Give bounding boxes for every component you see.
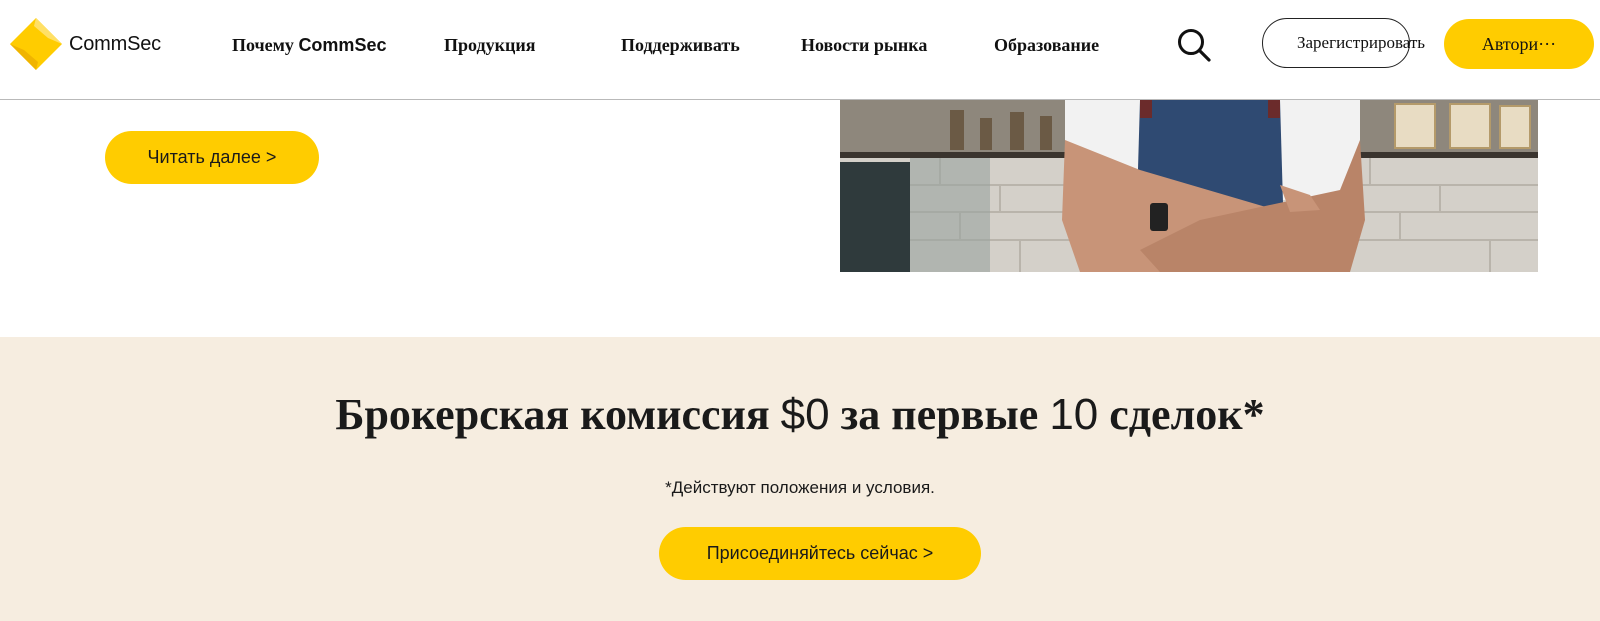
promo-title-part2: за первые <box>829 390 1050 439</box>
join-now-button[interactable]: Присоединяйтесь сейчас > <box>659 527 981 580</box>
register-button[interactable]: Зарегистрировать <box>1262 18 1425 68</box>
promo-title-part1: Брокерская комиссия <box>335 390 781 439</box>
promo-title: Брокерская комиссия $0 за первые 10 сдел… <box>0 389 1600 440</box>
barista-photo <box>840 100 1538 272</box>
nav-education[interactable]: Образование <box>994 35 1099 56</box>
promo-title-count: 10 <box>1049 390 1099 439</box>
read-more-button[interactable]: Читать далее > <box>105 131 319 184</box>
promo-title-amount: $0 <box>780 390 830 439</box>
nav-support[interactable]: Поддерживать <box>621 35 740 56</box>
search-icon[interactable] <box>1176 27 1212 63</box>
commsec-logo-icon[interactable] <box>10 18 62 70</box>
nav-why-prefix: Почему <box>232 35 299 55</box>
nav-why-brand: CommSec <box>298 35 387 55</box>
login-button[interactable]: Автори··· <box>1444 19 1594 69</box>
nav-products[interactable]: Продукция <box>444 35 535 56</box>
brand-name[interactable]: CommSec <box>69 33 161 56</box>
promo-title-part3: сделок* <box>1098 390 1265 439</box>
terms-note: *Действуют положения и условия. <box>665 478 935 497</box>
nav-why-commsec[interactable]: Почему CommSec <box>232 35 386 56</box>
barista-illustration <box>840 100 1538 272</box>
nav-market-news[interactable]: Новости рынка <box>801 35 927 56</box>
site-header: CommSec Почему CommSec Продукция Поддерж… <box>0 0 1600 100</box>
